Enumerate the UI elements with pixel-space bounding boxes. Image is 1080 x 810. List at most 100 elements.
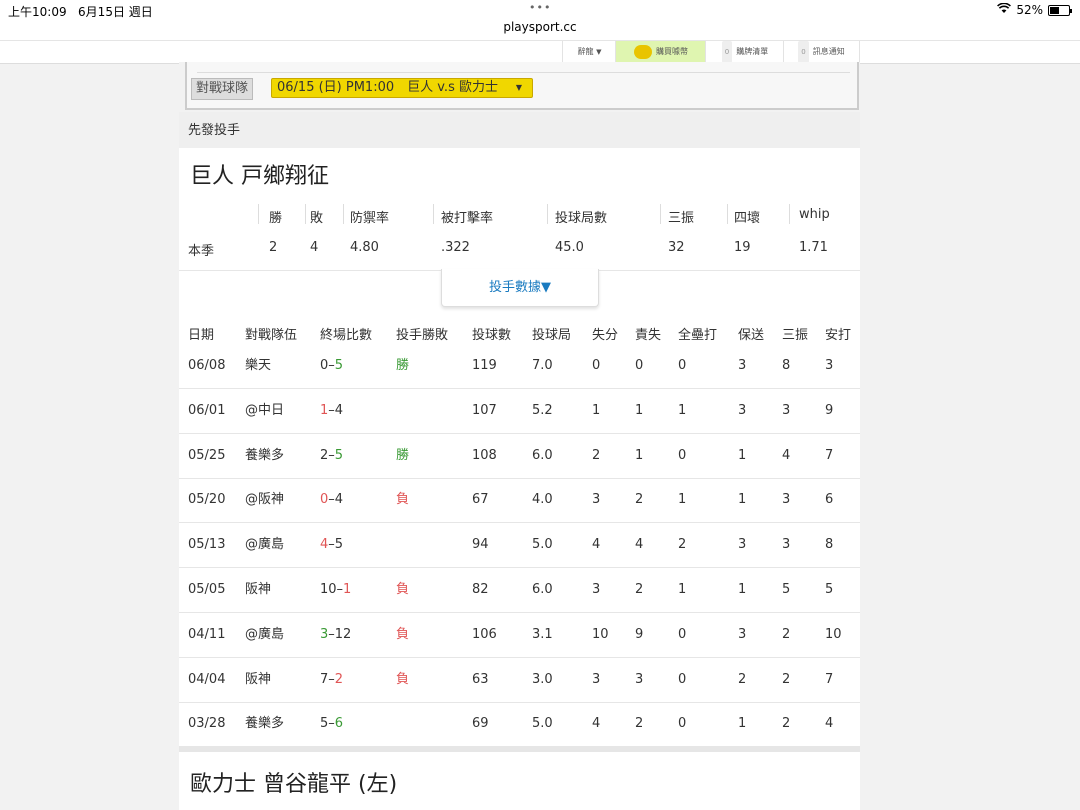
pitcher-decision: 負 [396,582,410,597]
matchup-select[interactable]: 06/15 (日) PM1:00 巨人 v.s 歐力士 ▼ [271,78,533,98]
innings-pitched: 5.0 [532,537,553,553]
coin-icon [634,44,652,59]
score-home: 5 [334,358,344,373]
pitch-count: 94 [472,537,489,553]
hits: 5 [825,582,834,597]
walks: 1 [738,582,747,597]
score-home: 6 [334,716,344,732]
final-score: 1–4 [320,389,343,433]
earned-runs: 2 [635,582,644,597]
nav-buy-coins[interactable]: 購買噱幣 [615,41,706,63]
score-home: 5 [334,447,344,463]
score-home: 1 [343,582,352,597]
next-pitcher-name: 歐力士 曾谷龍平 (左) [190,772,398,797]
pitcher-data-toggle-button[interactable]: 投手數據▼ [441,269,599,307]
season-header: 三振 [668,211,695,226]
column-header: 三振 [782,328,809,343]
battery-icon [1048,4,1072,16]
score-home: 2 [334,671,344,687]
status-date: 6月15日 週日 [78,5,153,19]
home-runs: 1 [678,492,687,508]
innings-pitched: 6.0 [532,582,553,597]
url-bar[interactable]: playsport.cc [0,20,1080,34]
battery-percent: 52% [1016,3,1043,17]
hits: 7 [825,447,834,463]
pitch-count: 82 [472,582,489,597]
runs: 2 [592,447,601,463]
column-header: 安打 [825,328,852,343]
pitcher-decision: 勝 [396,447,410,463]
battery-level [1050,6,1059,14]
pitch-count: 67 [472,492,489,508]
final-score: 10–1 [320,568,351,612]
innings-pitched: 4.0 [532,492,553,508]
final-score: 0–5 [320,344,343,388]
walks: 3 [738,626,747,642]
game-date: 06/08 [188,358,226,373]
hits: 3 [825,358,834,373]
season-value: 4.80 [350,240,379,255]
hits: 9 [825,402,834,418]
home-runs: 0 [678,716,687,732]
strikeouts: 2 [782,716,791,732]
strikeouts: 3 [782,402,791,418]
pitch-count: 108 [472,447,497,463]
opponent: @廣島 [245,537,285,553]
season-stats: 勝 敗 防禦率 被打擊率 投球局數 三振 四壞 whip 本季 2 4 4.80… [179,202,860,271]
earned-runs: 3 [635,671,644,687]
more-dots-icon[interactable]: ••• [529,1,551,14]
season-header: 被打擊率 [441,211,494,226]
season-value: 19 [734,240,751,255]
game-row: 05/20 @阪神 0–4 負 67 4.0 3 2 1 1 3 6 [179,478,860,524]
runs: 3 [592,492,601,508]
pitcher-decision: 負 [396,626,410,642]
final-score: 4–5 [320,523,343,567]
season-value: .322 [441,240,470,255]
opponent: 養樂多 [245,716,285,732]
final-score: 5–6 [320,702,343,746]
matchup-label: 對戰球隊 [191,78,254,100]
pitcher-decision: 負 [396,492,410,508]
innings-pitched: 7.0 [532,358,553,373]
season-header: 勝 [269,211,283,226]
strikeouts: 5 [782,582,791,597]
matchup-selected: 06/15 (日) PM1:00 巨人 v.s 歐力士 [277,80,498,95]
pitch-count: 69 [472,716,489,732]
pitcher-decision: 負 [396,671,410,687]
wifi-icon [997,2,1012,17]
home-runs: 0 [678,358,687,373]
strikeouts: 8 [782,358,791,373]
game-row: 04/04 阪神 7–2 負 63 3.0 3 3 0 2 2 7 [179,658,860,703]
home-runs: 1 [678,402,687,418]
innings-pitched: 5.0 [532,716,553,732]
nav-notifications[interactable]: 0 訊息通知 [783,41,860,63]
earned-runs: 2 [635,716,644,732]
notification-count-badge: 0 [798,41,809,63]
opponent: @中日 [245,402,285,418]
season-header: 防禦率 [350,211,390,226]
runs: 3 [592,582,601,597]
game-date: 04/04 [188,671,226,687]
column-header: 投球局 [532,328,572,343]
innings-pitched: 3.0 [532,671,553,687]
game-date: 05/20 [188,492,226,508]
nav-user-menu[interactable]: 辭龍 ▼ [562,41,616,63]
walks: 3 [738,537,747,553]
hits: 8 [825,537,834,553]
pitch-count: 63 [472,671,489,687]
home-runs: 0 [678,671,687,687]
game-date: 04/11 [188,626,226,642]
pitcher-name: 巨人 戸鄉翔征 [190,164,329,189]
earned-runs: 0 [635,358,644,373]
nav-purchase-list[interactable]: 0 購牌清單 [705,41,784,63]
column-header: 保送 [738,328,765,343]
walks: 1 [738,447,747,463]
season-value: 45.0 [555,240,584,255]
game-row: 03/28 養樂多 5–6 69 5.0 4 2 0 1 2 4 [179,702,860,748]
home-runs: 2 [678,537,687,553]
column-header: 失分 [592,328,619,343]
column-header: 責失 [635,328,662,343]
status-bar: 上午10:09 6月15日 週日 ••• playsport.cc 52% [0,0,1080,40]
game-date: 05/05 [188,582,226,597]
innings-pitched: 6.0 [532,447,553,463]
